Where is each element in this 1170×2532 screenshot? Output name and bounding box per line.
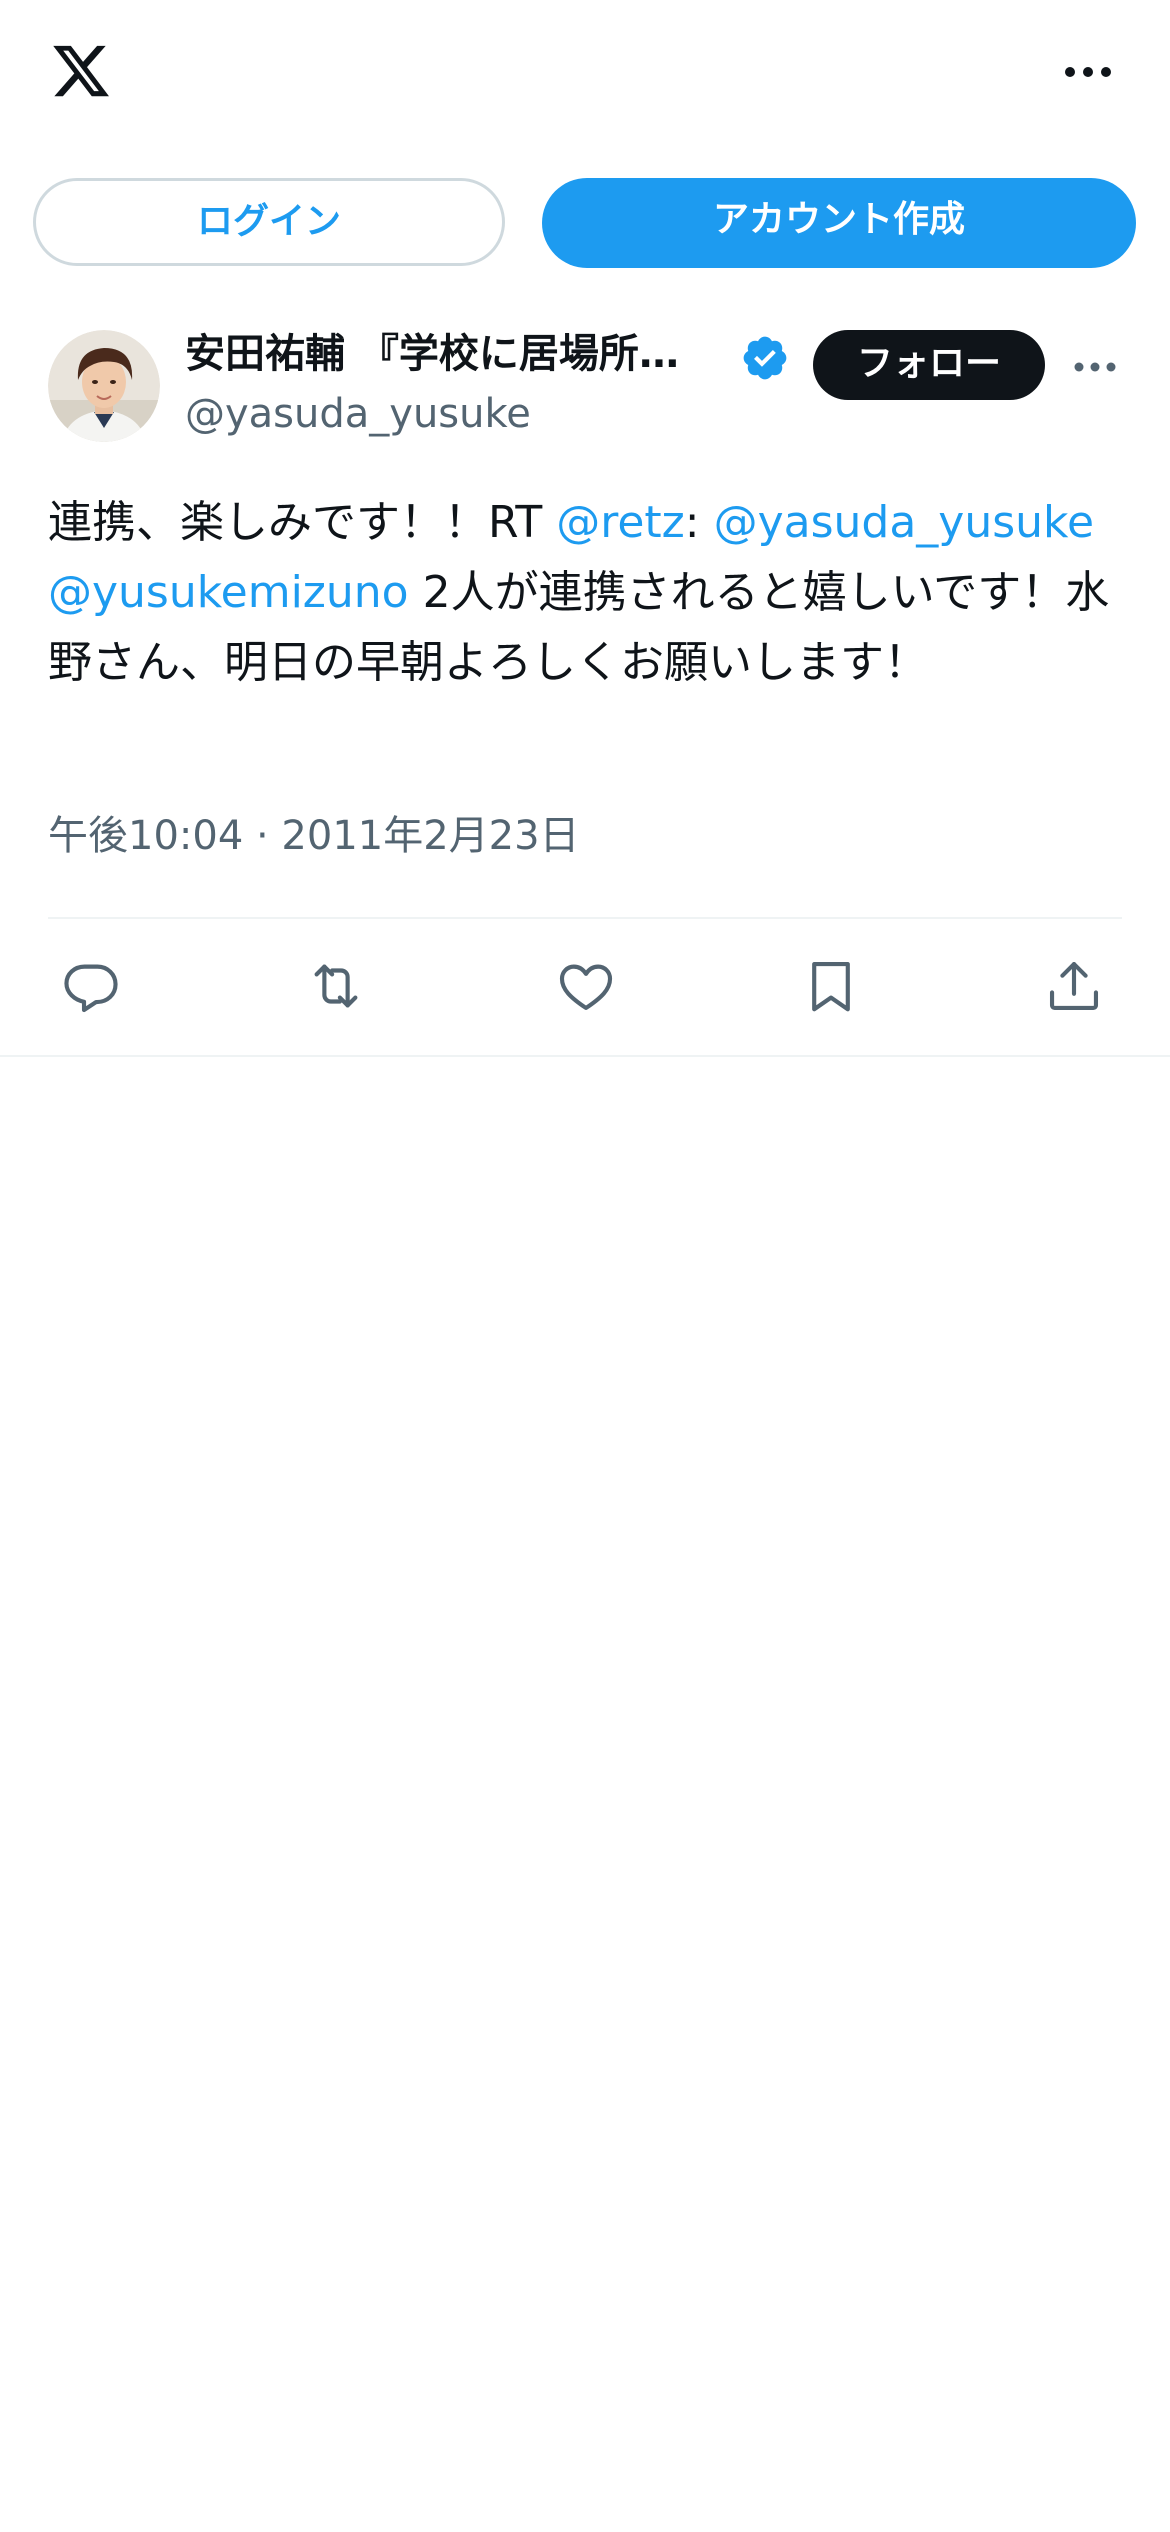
- retweet-icon[interactable]: [305, 955, 367, 1017]
- create-account-button[interactable]: アカウント作成: [542, 178, 1136, 268]
- mention-link[interactable]: @yusukemizuno: [48, 567, 409, 618]
- avatar[interactable]: [48, 330, 160, 442]
- verified-badge-icon: [740, 333, 790, 383]
- share-icon[interactable]: [1043, 955, 1105, 1017]
- more-horizontal-icon[interactable]: [1064, 58, 1112, 86]
- divider: [48, 917, 1122, 919]
- tweet-text: 連携、楽しみです！！RT @retz: @yasuda_yusuke @yusu…: [48, 488, 1128, 698]
- like-icon[interactable]: [555, 955, 617, 1017]
- mention-link[interactable]: @yasuda_yusuke: [714, 497, 1094, 548]
- login-button[interactable]: ログイン: [33, 178, 505, 266]
- reply-icon[interactable]: [60, 955, 122, 1017]
- x-logo-icon[interactable]: [48, 40, 114, 102]
- tweet-more-icon[interactable]: [1073, 357, 1117, 377]
- tweet-text-part: 連携、楽しみです！！RT: [48, 497, 557, 548]
- tweet-timestamp[interactable]: 午後10:04 · 2011年2月23日: [48, 808, 580, 864]
- author-display-name[interactable]: 安田祐輔 『学校に居場所がないあなたへ』: [185, 326, 705, 382]
- author-handle[interactable]: @yasuda_yusuke: [185, 386, 531, 442]
- bookmark-icon[interactable]: [800, 955, 862, 1017]
- top-bar: [0, 0, 1170, 150]
- follow-button[interactable]: フォロー: [813, 330, 1045, 400]
- divider: [0, 1055, 1170, 1057]
- mention-link[interactable]: @retz: [556, 497, 685, 548]
- tweet-text-part: :: [684, 497, 714, 548]
